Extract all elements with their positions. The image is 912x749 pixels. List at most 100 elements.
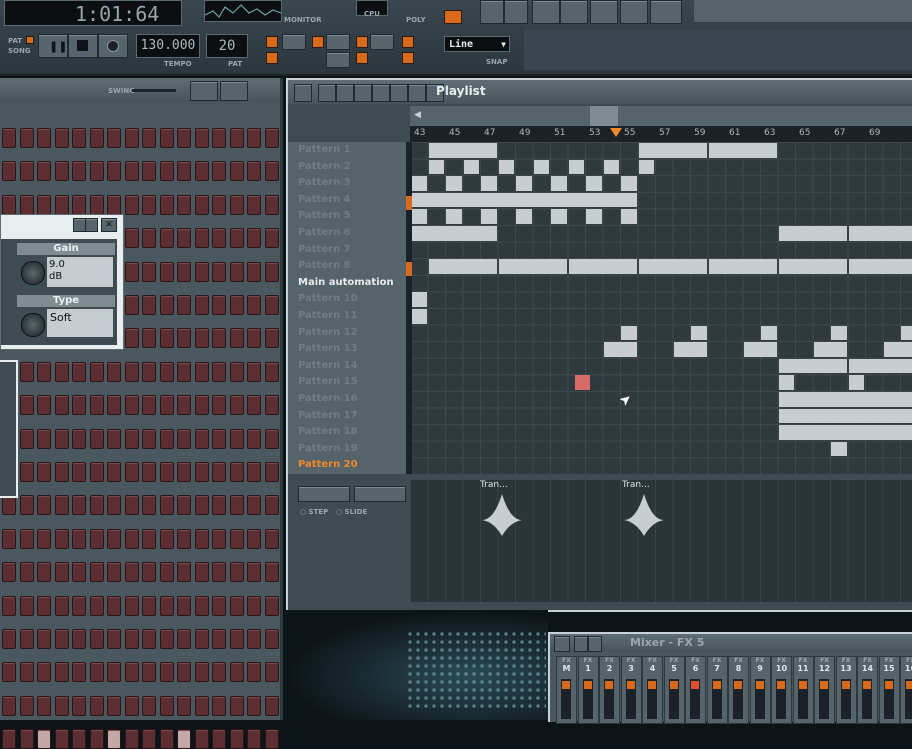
mixer-channel-strip[interactable]: FX14 xyxy=(857,656,878,724)
paint-tool-icon[interactable] xyxy=(336,84,354,102)
mixer-view-icon[interactable] xyxy=(588,636,602,652)
step-button[interactable] xyxy=(20,729,34,749)
step-button[interactable] xyxy=(37,696,51,716)
pattern-clip[interactable] xyxy=(586,176,602,191)
step-button[interactable] xyxy=(142,429,156,449)
track-name[interactable]: Pattern 14 xyxy=(290,358,412,374)
pattern-clip[interactable] xyxy=(849,259,912,274)
step-button[interactable] xyxy=(177,362,191,382)
step-button[interactable] xyxy=(230,195,244,215)
mixer-channel-strip[interactable]: FX1 xyxy=(578,656,599,724)
keyboard-editor-button[interactable] xyxy=(220,81,248,101)
step-button[interactable] xyxy=(125,596,139,616)
step-button[interactable] xyxy=(2,128,16,148)
playlist-shortcut-button[interactable] xyxy=(480,0,504,24)
pattern-clip[interactable] xyxy=(411,226,497,241)
step-button[interactable] xyxy=(107,195,121,215)
pattern-clip[interactable] xyxy=(411,176,427,191)
pattern-clip[interactable] xyxy=(534,160,550,175)
step-button[interactable] xyxy=(247,228,261,248)
track-name[interactable]: Pattern 13 xyxy=(290,341,412,357)
step-button[interactable] xyxy=(265,462,279,482)
track-name[interactable]: Pattern 15 xyxy=(290,374,412,390)
track-name[interactable]: Pattern 20 xyxy=(290,457,412,473)
step-button[interactable] xyxy=(125,128,139,148)
record-button[interactable] xyxy=(98,34,128,58)
step-button[interactable] xyxy=(142,362,156,382)
track-name[interactable]: Main automation xyxy=(290,275,412,291)
track-name[interactable]: Pattern 4 xyxy=(290,192,412,208)
step-button[interactable] xyxy=(212,596,226,616)
step-button[interactable] xyxy=(177,295,191,315)
step-button[interactable] xyxy=(230,696,244,716)
step-button[interactable] xyxy=(195,729,209,749)
step-button[interactable] xyxy=(195,395,209,415)
pattern-clip[interactable] xyxy=(604,160,620,175)
step-button[interactable] xyxy=(55,128,69,148)
step-button[interactable] xyxy=(125,662,139,682)
step-button[interactable] xyxy=(20,696,34,716)
step-button[interactable] xyxy=(2,495,16,515)
mixer-channel-strip[interactable]: FX7 xyxy=(707,656,728,724)
step-button[interactable] xyxy=(72,195,86,215)
step-button[interactable] xyxy=(195,262,209,282)
envelope-view-button[interactable] xyxy=(298,486,350,502)
blend-toggle[interactable] xyxy=(356,36,368,48)
pattern-clip[interactable] xyxy=(429,160,445,175)
step-button[interactable] xyxy=(55,161,69,181)
step-button[interactable] xyxy=(247,696,261,716)
pattern-clip[interactable] xyxy=(831,442,847,457)
step-button[interactable] xyxy=(107,495,121,515)
step-button[interactable] xyxy=(265,629,279,649)
step-button[interactable] xyxy=(107,161,121,181)
step-button[interactable] xyxy=(90,161,104,181)
mute-tool-icon[interactable] xyxy=(372,84,390,102)
step-button[interactable] xyxy=(72,729,86,749)
track-name[interactable]: Pattern 16 xyxy=(290,391,412,407)
step-button[interactable] xyxy=(265,596,279,616)
step-button[interactable] xyxy=(55,562,69,582)
step-button[interactable] xyxy=(142,596,156,616)
step-button[interactable] xyxy=(160,429,174,449)
pattern-clip[interactable] xyxy=(411,309,427,324)
mixer-channel-strip[interactable]: FX15 xyxy=(879,656,900,724)
step-button[interactable] xyxy=(195,295,209,315)
playhead-marker[interactable] xyxy=(610,128,622,137)
step-button[interactable] xyxy=(125,696,139,716)
step-button[interactable] xyxy=(265,262,279,282)
step-button[interactable] xyxy=(247,495,261,515)
step-button[interactable] xyxy=(142,128,156,148)
pattern-clip[interactable] xyxy=(569,259,637,274)
mixer-channel-strip[interactable]: FX5 xyxy=(664,656,685,724)
step-button[interactable] xyxy=(230,228,244,248)
track-name[interactable]: Pattern 12 xyxy=(290,325,412,341)
automation-lane[interactable]: Tran... Tran... xyxy=(410,480,912,602)
step-button[interactable] xyxy=(142,161,156,181)
sampler-shortcut-button[interactable] xyxy=(560,0,588,24)
undo-toggle[interactable] xyxy=(402,52,414,64)
metronome-toggle[interactable] xyxy=(266,36,278,48)
step-button[interactable] xyxy=(230,262,244,282)
step-button[interactable] xyxy=(107,362,121,382)
step-button[interactable] xyxy=(125,362,139,382)
step-button[interactable] xyxy=(230,495,244,515)
step-button[interactable] xyxy=(212,495,226,515)
pattern-clip[interactable] xyxy=(464,160,480,175)
pattern-clip[interactable] xyxy=(761,326,777,341)
pattern-clip[interactable] xyxy=(884,342,912,357)
step-button[interactable] xyxy=(20,596,34,616)
step-button[interactable] xyxy=(20,529,34,549)
step-button[interactable] xyxy=(72,596,86,616)
pattern-clip[interactable] xyxy=(621,176,637,191)
step-button[interactable] xyxy=(107,629,121,649)
step-button[interactable] xyxy=(55,395,69,415)
draw-tool-icon[interactable] xyxy=(318,84,336,102)
step-button[interactable] xyxy=(125,328,139,348)
step-button[interactable] xyxy=(37,128,51,148)
step-button[interactable] xyxy=(72,529,86,549)
step-button[interactable] xyxy=(212,161,226,181)
slice-tool-icon[interactable] xyxy=(390,84,408,102)
snap-select[interactable]: Line ▼ xyxy=(444,36,510,52)
step-button[interactable] xyxy=(90,195,104,215)
step-button[interactable] xyxy=(20,128,34,148)
